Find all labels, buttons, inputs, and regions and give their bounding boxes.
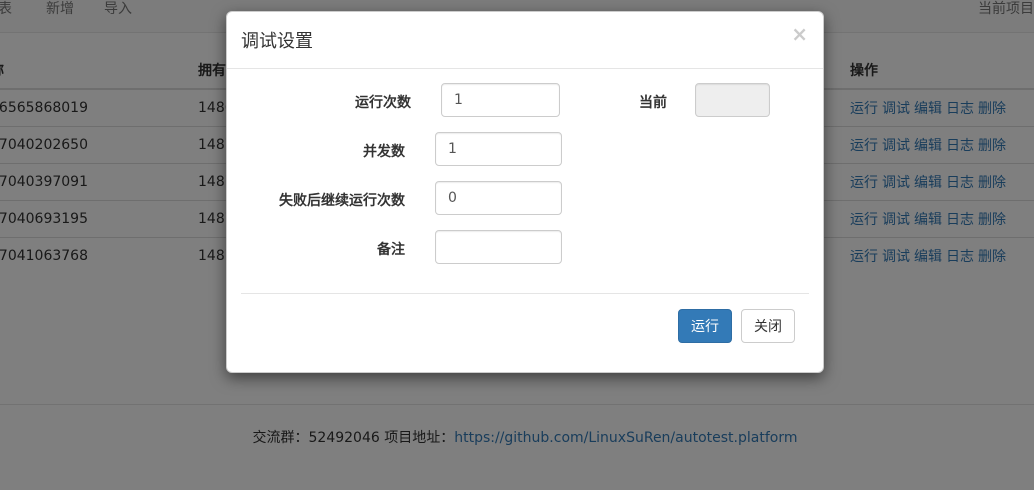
debug-settings-dialog: 调试设置 × 运行次数 当前 并发数 失败后继续运行次数 备注 运行 关闭 <box>226 11 824 373</box>
retry-count-input[interactable] <box>435 181 562 215</box>
run-button[interactable]: 运行 <box>678 309 732 343</box>
modal-title: 调试设置 <box>241 31 313 52</box>
current-input <box>695 83 770 117</box>
remark-label: 备注 <box>377 242 405 258</box>
run-count-label: 运行次数 <box>355 95 411 111</box>
close-icon[interactable]: × <box>791 24 808 44</box>
modal-footer-divider <box>241 293 809 294</box>
run-count-input[interactable] <box>441 83 560 117</box>
modal-header: 调试设置 × <box>227 12 823 69</box>
retry-count-label: 失败后继续运行次数 <box>279 193 405 209</box>
concurrency-input[interactable] <box>435 132 562 166</box>
concurrency-label: 并发数 <box>363 144 405 160</box>
close-button[interactable]: 关闭 <box>741 309 795 343</box>
current-label: 当前 <box>639 95 667 111</box>
remark-input[interactable] <box>435 230 562 264</box>
